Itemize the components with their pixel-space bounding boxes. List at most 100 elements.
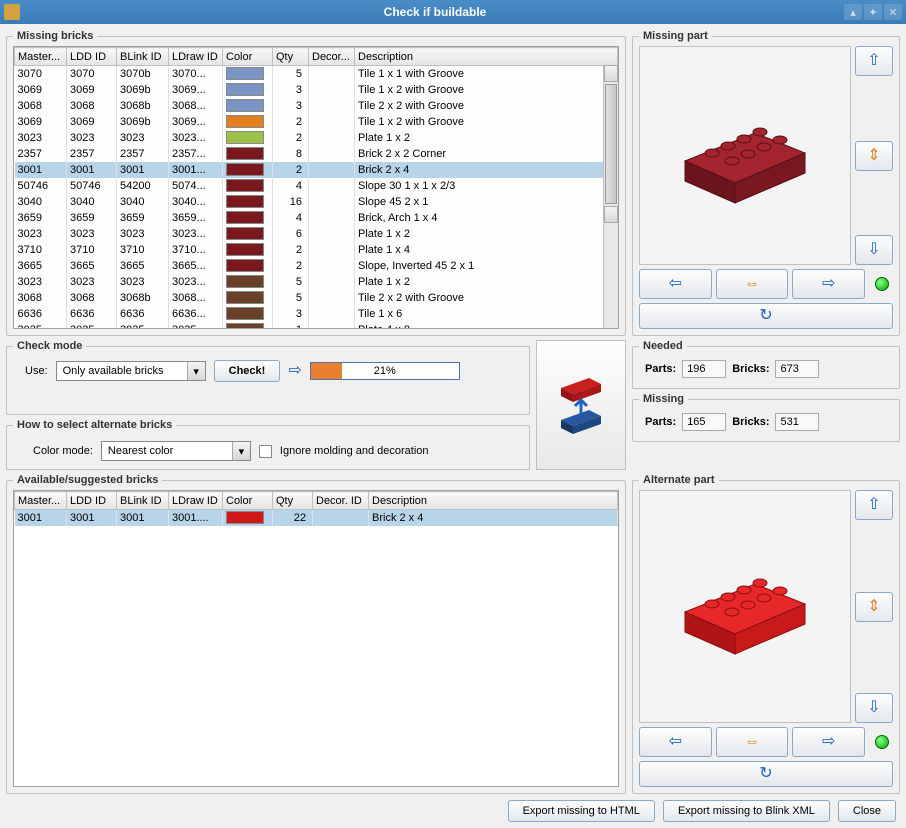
use-select-value: Only available bricks bbox=[57, 362, 187, 380]
missing-part-preview bbox=[639, 46, 851, 265]
up-button[interactable]: ⇧ bbox=[855, 490, 893, 520]
status-led bbox=[875, 277, 889, 291]
table-row[interactable]: 5074650746542005074...4Slope 30 1 x 1 x … bbox=[15, 178, 618, 194]
available-bricks-table[interactable]: Master... LDD ID BLink ID LDraw ID Color… bbox=[13, 490, 619, 787]
missing-bricks-label: Bricks: bbox=[732, 416, 769, 428]
arrow-leftright-icon: ⇔ bbox=[744, 276, 760, 292]
table-row[interactable]: 306830683068b3068...3Tile 2 x 2 with Gro… bbox=[15, 98, 618, 114]
missing-group: Missing Parts: 165 Bricks: 531 bbox=[632, 393, 900, 442]
missing-bricks-table[interactable]: Master... LDD ID BLink ID LDraw ID Color… bbox=[13, 46, 619, 329]
ignore-label: Ignore molding and decoration bbox=[280, 445, 429, 457]
arrow-left-icon: ⇦ bbox=[669, 276, 682, 292]
alternate-part-legend: Alternate part bbox=[639, 474, 719, 486]
swap-icon bbox=[553, 370, 609, 440]
table-row[interactable]: 3023302330233023...2Plate 1 x 2 bbox=[15, 130, 618, 146]
export-html-button[interactable]: Export missing to HTML bbox=[508, 800, 655, 822]
table-row[interactable]: 3040304030403040...16Slope 45 2 x 1 bbox=[15, 194, 618, 210]
window-title: Check if buildable bbox=[28, 5, 842, 19]
col-ldraw[interactable]: LDraw ID bbox=[169, 492, 223, 510]
left-button[interactable]: ⇦ bbox=[639, 727, 712, 757]
missing-bricks-value: 531 bbox=[775, 413, 819, 431]
arrow-down-icon: ⇩ bbox=[867, 700, 880, 716]
up-button[interactable]: ⇧ bbox=[855, 46, 893, 76]
down-button[interactable]: ⇩ bbox=[855, 235, 893, 265]
maximize-icon[interactable]: ✦ bbox=[864, 4, 882, 20]
leftright-button[interactable]: ⇔ bbox=[716, 269, 789, 299]
swap-panel[interactable] bbox=[536, 340, 626, 470]
table-row[interactable]: 3023302330233023...6Plate 1 x 2 bbox=[15, 226, 618, 242]
needed-legend: Needed bbox=[639, 340, 687, 352]
leftright-button[interactable]: ⇔ bbox=[716, 727, 789, 757]
col-desc[interactable]: Description bbox=[369, 492, 618, 510]
col-ldraw[interactable]: LDraw ID bbox=[169, 48, 223, 66]
check-button[interactable]: Check! bbox=[214, 360, 281, 382]
status-led bbox=[875, 735, 889, 749]
col-blink[interactable]: BLink ID bbox=[117, 48, 169, 66]
right-button[interactable]: ⇨ bbox=[792, 269, 865, 299]
missing-part-group: Missing part bbox=[632, 30, 900, 336]
col-ldd[interactable]: LDD ID bbox=[67, 492, 117, 510]
alternate-part-group: Alternate part bbox=[632, 474, 900, 794]
table-row[interactable]: 2357235723572357...8Brick 2 x 2 Corner bbox=[15, 146, 618, 162]
down-button[interactable]: ⇩ bbox=[855, 693, 893, 723]
ignore-checkbox[interactable] bbox=[259, 445, 272, 458]
arrow-right-icon: ⇨ bbox=[822, 276, 835, 292]
col-master[interactable]: Master... bbox=[15, 492, 67, 510]
available-bricks-group: Available/suggested bricks Master... LDD… bbox=[6, 474, 626, 794]
table-row[interactable]: 3035303530353035...1Plate 4 x 8 bbox=[15, 322, 618, 330]
refresh-icon: ↻ bbox=[759, 308, 772, 324]
alternate-part-preview bbox=[639, 490, 851, 723]
use-label: Use: bbox=[25, 365, 48, 377]
table-row[interactable]: 3665366536653665...2Slope, Inverted 45 2… bbox=[15, 258, 618, 274]
arrow-updown-icon: ⇕ bbox=[867, 148, 880, 164]
arrow-up-icon: ⇧ bbox=[867, 53, 880, 69]
close-button[interactable]: Close bbox=[838, 800, 896, 822]
table-row[interactable]: 3001300130013001...2Brick 2 x 4 bbox=[15, 162, 618, 178]
minimize-icon[interactable]: ▴ bbox=[844, 4, 862, 20]
available-legend: Available/suggested bricks bbox=[13, 474, 162, 486]
table-row[interactable]: 3001300130013001....22Brick 2 x 4 bbox=[15, 510, 618, 526]
col-decor[interactable]: Decor... bbox=[309, 48, 355, 66]
refresh-button[interactable]: ↻ bbox=[639, 761, 893, 787]
missing-legend: Missing bbox=[639, 393, 688, 405]
export-xml-button[interactable]: Export missing to Blink XML bbox=[663, 800, 830, 822]
arrow-right-icon: ⇨ bbox=[288, 363, 301, 379]
progress-bar: 21% bbox=[310, 362, 460, 380]
arrow-up-icon: ⇧ bbox=[867, 497, 880, 513]
needed-bricks-label: Bricks: bbox=[732, 363, 769, 375]
check-mode-legend: Check mode bbox=[13, 340, 86, 352]
chevron-down-icon: ▾ bbox=[187, 362, 205, 380]
brick-image bbox=[660, 542, 830, 672]
use-select[interactable]: Only available bricks ▾ bbox=[56, 361, 206, 381]
needed-parts-value: 196 bbox=[682, 360, 726, 378]
color-mode-select[interactable]: Nearest color ▾ bbox=[101, 441, 251, 461]
table-row[interactable]: 306930693069b3069...3Tile 1 x 2 with Gro… bbox=[15, 82, 618, 98]
col-qty[interactable]: Qty bbox=[273, 48, 309, 66]
missing-parts-label: Parts: bbox=[645, 416, 676, 428]
col-color[interactable]: Color bbox=[223, 48, 273, 66]
table-row[interactable]: 6636663666366636...3Tile 1 x 6 bbox=[15, 306, 618, 322]
updown-button[interactable]: ⇕ bbox=[855, 592, 893, 622]
table-row[interactable]: 3710371037103710...2Plate 1 x 4 bbox=[15, 242, 618, 258]
col-desc[interactable]: Description bbox=[355, 48, 618, 66]
table-row[interactable]: 307030703070b3070...5Tile 1 x 1 with Gro… bbox=[15, 66, 618, 82]
table-row[interactable]: 306930693069b3069...2Tile 1 x 2 with Gro… bbox=[15, 114, 618, 130]
left-button[interactable]: ⇦ bbox=[639, 269, 712, 299]
col-decor-id[interactable]: Decor. ID bbox=[313, 492, 369, 510]
scrollbar[interactable] bbox=[603, 65, 618, 328]
missing-parts-value: 165 bbox=[682, 413, 726, 431]
col-blink[interactable]: BLink ID bbox=[117, 492, 169, 510]
arrow-right-icon: ⇨ bbox=[822, 734, 835, 750]
table-row[interactable]: 3659365936593659...4Brick, Arch 1 x 4 bbox=[15, 210, 618, 226]
updown-button[interactable]: ⇕ bbox=[855, 141, 893, 171]
right-button[interactable]: ⇨ bbox=[792, 727, 865, 757]
table-row[interactable]: 3023302330233023...5Plate 1 x 2 bbox=[15, 274, 618, 290]
refresh-button[interactable]: ↻ bbox=[639, 303, 893, 329]
col-ldd[interactable]: LDD ID bbox=[67, 48, 117, 66]
close-icon[interactable]: ✕ bbox=[884, 4, 902, 20]
table-row[interactable]: 306830683068b3068...5Tile 2 x 2 with Gro… bbox=[15, 290, 618, 306]
arrow-leftright-icon: ⇔ bbox=[744, 734, 760, 750]
col-color[interactable]: Color bbox=[223, 492, 273, 510]
col-master[interactable]: Master... bbox=[15, 48, 67, 66]
col-qty[interactable]: Qty bbox=[273, 492, 313, 510]
